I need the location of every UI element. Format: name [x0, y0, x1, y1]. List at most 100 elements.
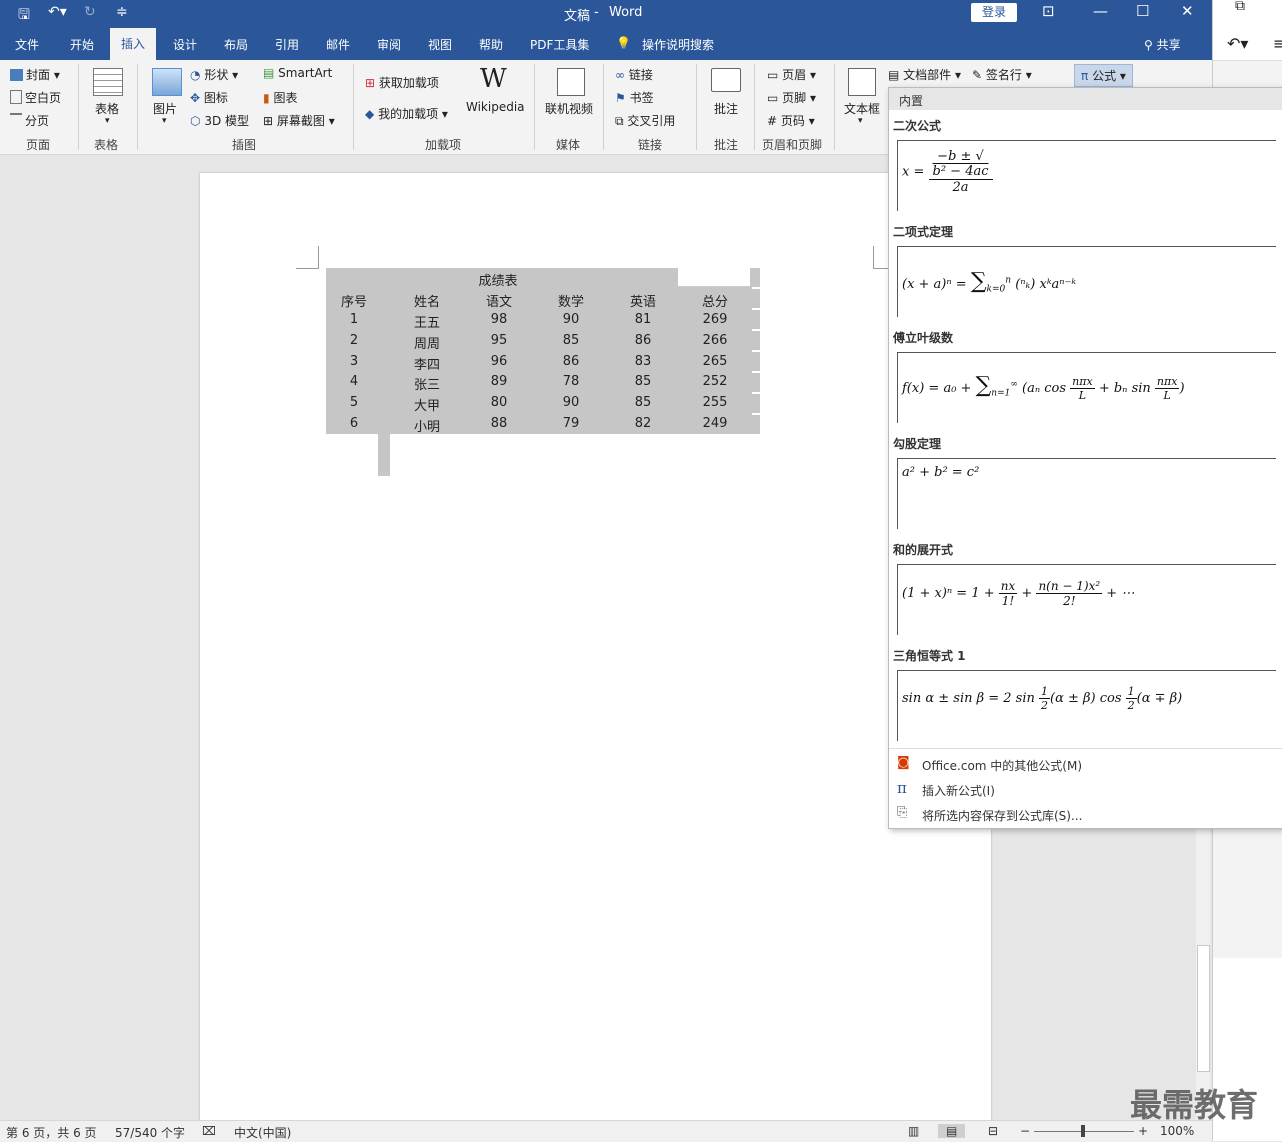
tab-pdf-tools[interactable]: PDF工具集	[530, 36, 589, 53]
tab-references[interactable]: 引用	[275, 36, 299, 53]
shapes-icon: ◔	[190, 68, 201, 82]
zoom-in-icon[interactable]: +	[1138, 1124, 1148, 1138]
restore-icon[interactable]: ⧉	[1235, 0, 1245, 14]
undo-icon[interactable]: ↶▾	[1227, 34, 1248, 53]
comment-button[interactable]: 批注	[714, 100, 738, 117]
tab-file[interactable]: 文件	[15, 36, 39, 53]
page-count[interactable]: 第 6 页，共 6 页	[6, 1124, 97, 1141]
undo-icon[interactable]: ↶▾	[48, 4, 67, 20]
my-addins-button[interactable]: ◆ 我的加载项 ▾	[365, 105, 448, 122]
minimize-icon[interactable]: —	[1093, 2, 1108, 20]
ribbon-display-options-icon[interactable]: ⊡	[1042, 2, 1055, 20]
word-count[interactable]: 57/540 个字	[115, 1124, 185, 1141]
table-button[interactable]: 表格	[95, 100, 119, 117]
tab-home[interactable]: 开始	[70, 36, 94, 53]
cross-reference-icon: ⧉	[615, 114, 624, 128]
smartart-icon: ▤	[263, 66, 275, 80]
textbox-button[interactable]: 文本框	[844, 100, 880, 117]
login-button[interactable]: 登录	[971, 3, 1017, 22]
table-resize-handle[interactable]	[378, 434, 390, 476]
save-selection-to-gallery-item[interactable]: 将所选内容保存到公式库(S)...	[922, 807, 1082, 824]
addins-icon: ◆	[365, 107, 375, 121]
signature-line-button[interactable]: ✎ 签名行 ▾	[972, 66, 1032, 83]
page-break-icon	[10, 113, 22, 127]
table-cell: 95	[490, 332, 508, 348]
page-number-button[interactable]: # 页码 ▾	[767, 112, 815, 129]
link-button[interactable]: ∞ 链接	[615, 66, 653, 83]
menu-icon[interactable]: ≡	[1273, 34, 1282, 53]
tab-insert[interactable]: 插入	[110, 28, 157, 60]
document-title: 文稿	[564, 9, 591, 24]
shapes-button[interactable]: ◔ 形状 ▾	[190, 66, 238, 83]
insert-new-equation-item[interactable]: 插入新公式(I)	[922, 782, 995, 799]
tab-mailings[interactable]: 邮件	[326, 36, 350, 53]
footer-button[interactable]: ▭ 页脚 ▾	[767, 89, 816, 106]
maximize-icon[interactable]: ☐	[1136, 2, 1149, 20]
table-cell: 1	[349, 312, 359, 327]
language-indicator[interactable]: 中文(中国)	[234, 1124, 291, 1141]
web-layout-icon[interactable]: ⊟	[988, 1124, 998, 1138]
screenshot-button[interactable]: ⊞ 屏幕截图 ▾	[263, 112, 335, 129]
chart-button[interactable]: ▮ 图表	[263, 89, 297, 106]
table-cell: 86	[562, 353, 580, 369]
icons-button[interactable]: ✥ 图标	[190, 89, 228, 106]
tell-me-search[interactable]: 操作说明搜索	[642, 36, 714, 53]
chevron-down-icon[interactable]: ▾	[858, 116, 863, 126]
icons-icon: ✥	[190, 91, 201, 105]
zoom-slider-thumb[interactable]	[1081, 1125, 1085, 1137]
table-cell: 252	[702, 374, 728, 390]
picture-icon	[152, 68, 182, 96]
read-mode-icon[interactable]: ▥	[908, 1124, 919, 1138]
online-video-button[interactable]: 联机视频	[545, 100, 593, 117]
tab-layout[interactable]: 布局	[224, 36, 248, 53]
table-cell: 96	[490, 353, 508, 369]
equation-trig-identity[interactable]: sin α ± sin β = 2 sin 1 2 (α ± β) cos 1 2 (α…	[897, 670, 1276, 741]
more-equations-link[interactable]: Office.com 中的其他公式(M)	[922, 757, 1082, 774]
tab-view[interactable]: 视图	[428, 36, 452, 53]
page-break-button[interactable]: 分页	[10, 112, 49, 129]
table-cell: 249	[702, 416, 728, 431]
tab-design[interactable]: 设计	[173, 36, 197, 53]
share-button[interactable]: ⚲ 共享	[1144, 36, 1181, 53]
document-parts-button[interactable]: ▤ 文档部件 ▾	[888, 66, 961, 83]
table-cell: 88	[490, 416, 508, 431]
table-cell: 78	[562, 374, 580, 390]
chart-icon: ▮	[263, 91, 270, 105]
close-icon[interactable]: ✕	[1181, 2, 1194, 20]
print-layout-icon[interactable]: ▤	[938, 1124, 966, 1138]
equation-quadratic[interactable]: x = −b ± √ b² − 4ac 2a	[897, 140, 1276, 211]
table-cell: 266	[702, 332, 728, 348]
scrollbar-thumb[interactable]	[1197, 945, 1210, 1072]
cover-page-button[interactable]: 封面 ▾	[10, 66, 60, 83]
header-button[interactable]: ▭ 页眉 ▾	[767, 66, 816, 83]
equation-binomial[interactable]: (x + a)ⁿ = ∑k=0n (ⁿₖ) xᵏaⁿ⁻ᵏ	[897, 246, 1276, 317]
table-cell: 85	[634, 395, 652, 411]
equation-button[interactable]: π 公式 ▾	[1074, 64, 1133, 87]
chevron-down-icon[interactable]: ▾	[105, 116, 110, 126]
tab-review[interactable]: 审阅	[377, 36, 401, 53]
picture-button[interactable]: 图片	[153, 100, 177, 117]
smartart-button[interactable]: ▤ SmartArt	[263, 66, 332, 80]
equation-pythagorean[interactable]: a² + b² = c²	[897, 458, 1276, 529]
redo-icon[interactable]: ↻	[84, 4, 96, 20]
table-cell: 小明	[413, 420, 440, 435]
3d-model-button[interactable]: ⬡ 3D 模型	[190, 112, 249, 129]
table-cell: 李四	[413, 357, 440, 373]
wikipedia-button[interactable]: Wikipedia	[466, 100, 525, 114]
customize-qat-icon[interactable]: ≑	[116, 4, 128, 20]
equation-fourier[interactable]: f(x) = a₀ + ∑n=1∞ (aₙ cos nπx L + bₙ sin …	[897, 352, 1276, 423]
tab-help[interactable]: 帮助	[479, 36, 503, 53]
bookmark-button[interactable]: ⚑ 书签	[615, 89, 654, 106]
zoom-level[interactable]: 100%	[1160, 1124, 1194, 1138]
pi-icon: π	[897, 779, 907, 797]
zoom-out-icon[interactable]: −	[1020, 1124, 1030, 1138]
group-tables-label: 表格	[94, 138, 119, 152]
get-addins-button[interactable]: ⊞ 获取加载项	[365, 74, 439, 91]
equation-sum-expansion[interactable]: (1 + x)ⁿ = 1 + nx 1! + n(n − 1)x² 2! + ⋯	[897, 564, 1276, 635]
divider	[834, 64, 835, 150]
blank-page-button[interactable]: 空白页	[10, 89, 61, 106]
proofing-icon[interactable]: ⌧	[202, 1124, 216, 1138]
cross-reference-button[interactable]: ⧉ 交叉引用	[615, 112, 675, 129]
save-icon[interactable]: 🖫	[18, 4, 30, 28]
chevron-down-icon[interactable]: ▾	[162, 116, 167, 126]
